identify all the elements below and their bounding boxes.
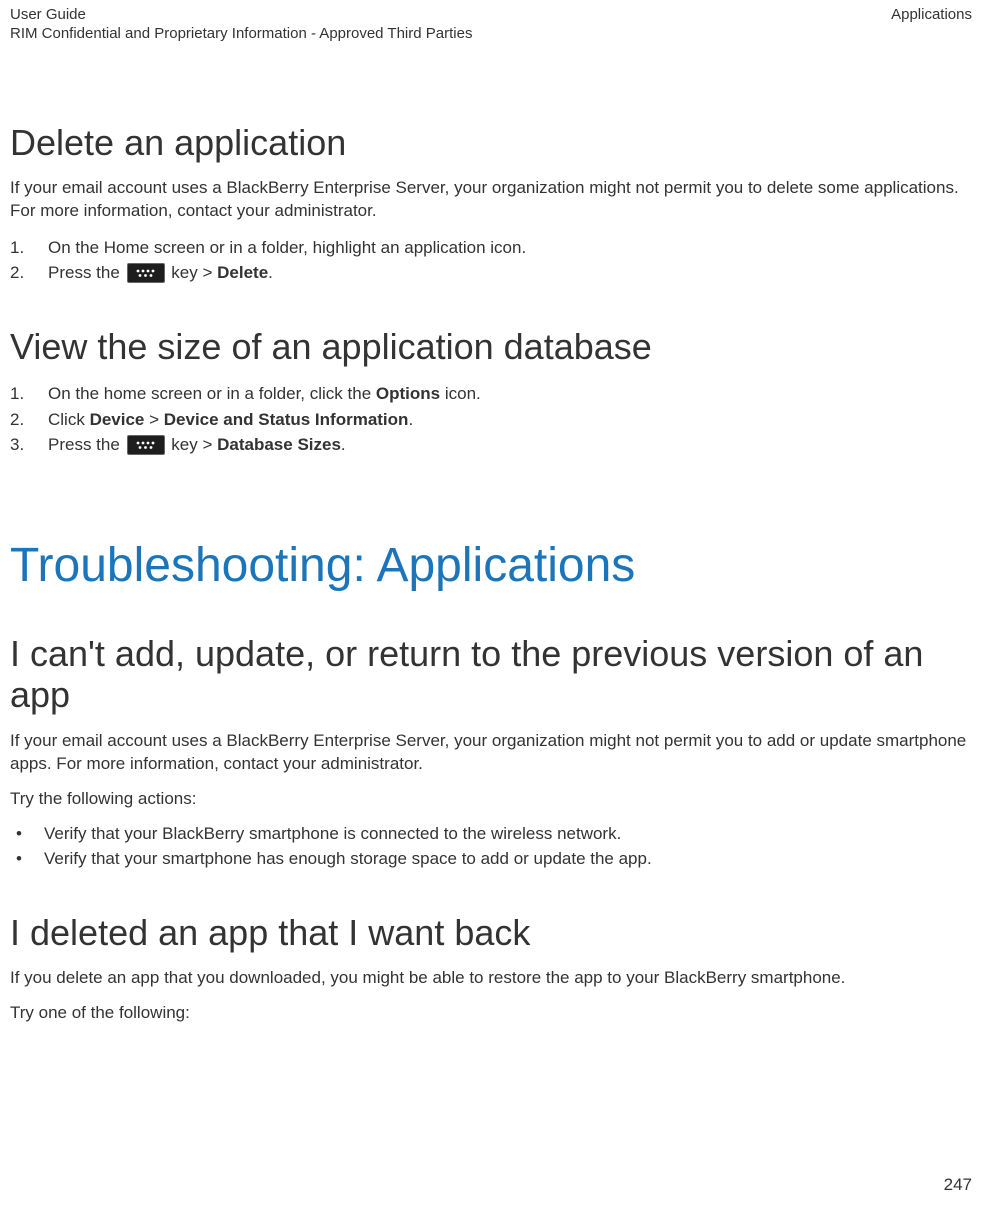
list-item: On the Home screen or in a folder, highl…: [10, 235, 972, 261]
text: Click: [48, 410, 90, 429]
menu-key-icon: [127, 263, 165, 283]
text: .: [341, 435, 346, 454]
text: Press the: [48, 263, 125, 282]
header-confidential: RIM Confidential and Proprietary Informa…: [10, 25, 472, 44]
list-item: Verify that your BlackBerry smartphone i…: [10, 822, 972, 847]
text: Press the: [48, 435, 125, 454]
text: key >: [171, 435, 217, 454]
text: >: [144, 410, 163, 429]
list-item: Press the key > Delete.: [10, 260, 972, 286]
text: .: [408, 410, 413, 429]
header-section-name: Applications: [891, 6, 972, 25]
page-number: 247: [944, 1175, 972, 1195]
text-bold: Options: [376, 384, 440, 403]
list-item: Click Device > Device and Status Informa…: [10, 407, 972, 433]
paragraph: Try the following actions:: [10, 788, 972, 811]
text: .: [268, 263, 273, 282]
text-bold: Device: [90, 410, 145, 429]
heading-deleted-app-back: I deleted an app that I want back: [10, 912, 972, 953]
paragraph: If your email account uses a BlackBerry …: [10, 730, 972, 776]
header-user-guide: User Guide: [10, 6, 472, 25]
menu-key-icon: [127, 435, 165, 455]
list-item: Press the key > Database Sizes.: [10, 432, 972, 458]
paragraph: If you delete an app that you downloaded…: [10, 967, 972, 990]
text-bold: Device and Status Information: [164, 410, 409, 429]
heading-cant-add-update: I can't add, update, or return to the pr…: [10, 633, 972, 716]
ordered-list: On the Home screen or in a folder, highl…: [10, 235, 972, 286]
heading-delete-app: Delete an application: [10, 122, 972, 163]
text-bold: Delete: [217, 263, 268, 282]
text-bold: Database Sizes: [217, 435, 341, 454]
text: key >: [171, 263, 217, 282]
text: icon.: [440, 384, 481, 403]
heading-view-db-size: View the size of an application database: [10, 326, 972, 367]
paragraph: If your email account uses a BlackBerry …: [10, 177, 972, 223]
chapter-troubleshooting: Troubleshooting: Applications: [10, 538, 972, 593]
ordered-list: On the home screen or in a folder, click…: [10, 381, 972, 458]
list-item: On the home screen or in a folder, click…: [10, 381, 972, 407]
paragraph: Try one of the following:: [10, 1002, 972, 1025]
text: On the home screen or in a folder, click…: [48, 384, 376, 403]
list-item: Verify that your smartphone has enough s…: [10, 847, 972, 872]
unordered-list: Verify that your BlackBerry smartphone i…: [10, 822, 972, 871]
